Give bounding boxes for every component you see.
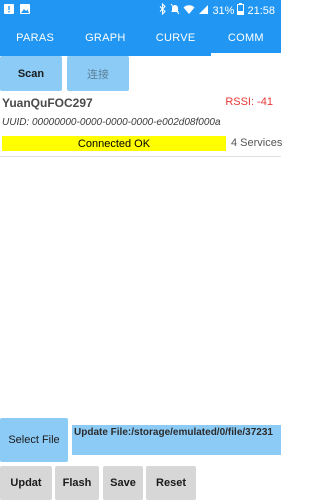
tab-graph[interactable]: GRAPH xyxy=(70,20,140,56)
select-file-button[interactable]: Select File xyxy=(0,418,68,462)
services-count: 4 Services xyxy=(231,137,283,149)
reset-button[interactable]: Reset xyxy=(146,466,196,500)
connection-status: Connected OK xyxy=(2,136,226,151)
tab-curve[interactable]: CURVE xyxy=(141,20,211,56)
scan-button[interactable]: Scan xyxy=(0,56,62,91)
flash-button[interactable]: Flash xyxy=(55,466,99,500)
device-name: YuanQuFOC297 xyxy=(2,96,93,110)
tab-comm[interactable]: COMM xyxy=(210,20,282,56)
sim-alert-icon xyxy=(3,3,15,15)
clock: 21:58 xyxy=(247,5,275,17)
connect-button[interactable]: 连接 xyxy=(67,56,129,91)
signal-icon xyxy=(198,4,209,19)
battery-icon xyxy=(237,3,245,19)
action-button-row: Updat Flash Save Reset xyxy=(0,466,281,500)
battery-percent: 31% xyxy=(212,5,235,17)
status-bar: 31% 21:58 xyxy=(0,0,281,20)
image-icon xyxy=(19,3,31,15)
status-bar-right: 31% 21:58 xyxy=(159,2,275,19)
device-uuid: UUID: 00000000-0000-0000-0000-e002d08f00… xyxy=(2,117,221,128)
update-button[interactable]: Updat xyxy=(0,466,52,500)
update-file-path: Update File:/storage/emulated/0/file/372… xyxy=(72,425,281,455)
tab-bar: PARAS GRAPH CURVE COMM xyxy=(0,20,282,56)
status-bar-left xyxy=(3,3,31,15)
rssi-value: RSSI: -41 xyxy=(225,96,273,108)
divider xyxy=(0,156,281,157)
save-button[interactable]: Save xyxy=(103,466,143,500)
bluetooth-icon xyxy=(159,2,167,19)
tab-paras[interactable]: PARAS xyxy=(0,20,70,56)
wifi-icon xyxy=(183,4,195,19)
silent-icon xyxy=(170,3,180,19)
